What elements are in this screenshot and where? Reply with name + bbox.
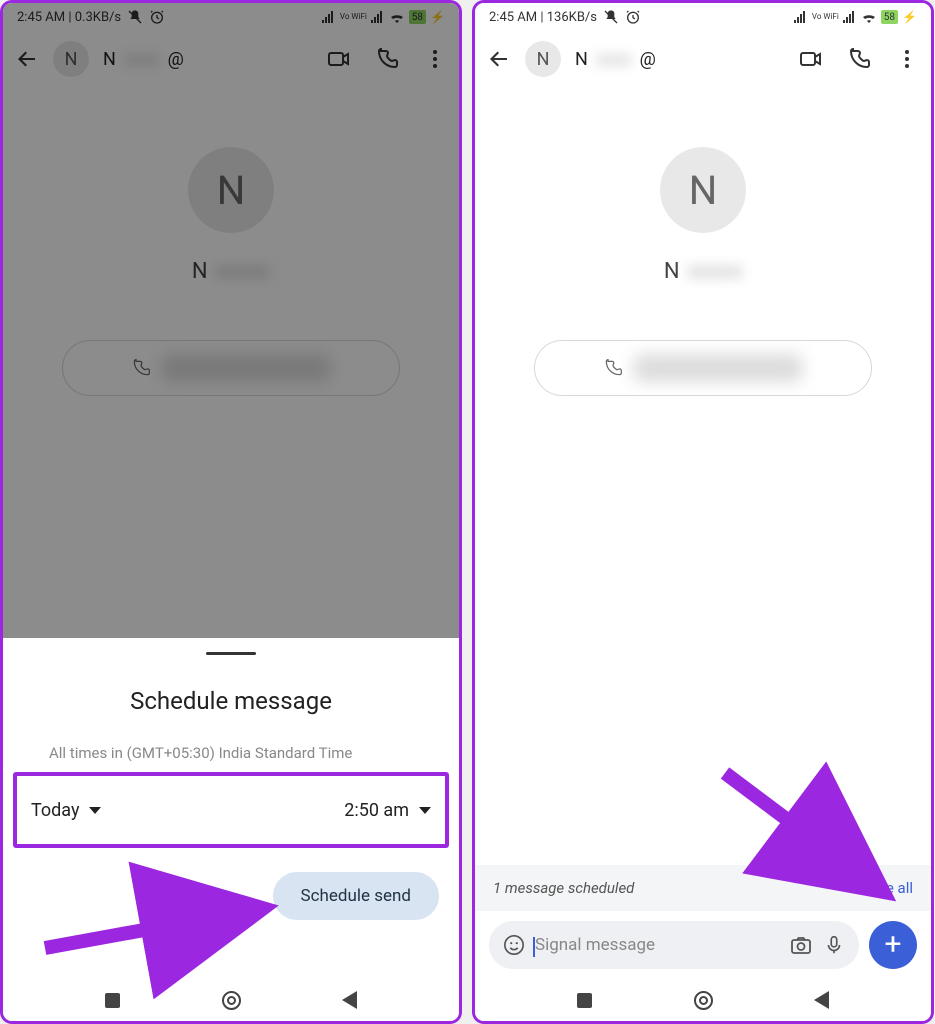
battery-badge: 58 bbox=[409, 10, 426, 24]
chevron-down-icon bbox=[89, 807, 101, 814]
contact-info-section: N N xxxxx bbox=[475, 87, 931, 396]
nav-home-icon[interactable] bbox=[222, 991, 241, 1010]
wifi-icon bbox=[861, 11, 877, 23]
more-options-icon[interactable] bbox=[895, 47, 919, 71]
contact-name-header[interactable]: N xxxx @ bbox=[103, 49, 313, 70]
text-cursor bbox=[533, 937, 535, 957]
chevron-down-icon bbox=[419, 807, 431, 814]
phone-right-screenshot: 2:45 AM | 136KB/s Vo WiFi 58 ⚡ N N xxxx … bbox=[472, 0, 934, 1024]
charging-icon: ⚡ bbox=[902, 10, 917, 24]
name-blurred-large: xxxxx bbox=[688, 259, 743, 284]
nav-back-icon[interactable] bbox=[342, 991, 357, 1009]
system-nav-bar bbox=[475, 979, 931, 1021]
phone-number-pill[interactable] bbox=[62, 340, 400, 396]
more-options-icon[interactable] bbox=[423, 47, 447, 71]
status-bar: 2:45 AM | 136KB/s Vo WiFi 58 ⚡ bbox=[475, 3, 931, 31]
avatar-small[interactable]: N bbox=[525, 41, 561, 77]
sheet-handle-icon[interactable] bbox=[206, 652, 256, 655]
contact-info-section: N N xxxxx bbox=[3, 87, 459, 396]
voice-call-icon[interactable] bbox=[847, 47, 871, 71]
annotation-arrow bbox=[45, 893, 285, 963]
signal2-icon bbox=[371, 11, 385, 23]
video-call-icon[interactable] bbox=[799, 47, 823, 71]
phone-icon bbox=[603, 358, 623, 378]
alarm-icon bbox=[625, 9, 641, 25]
mic-icon[interactable] bbox=[823, 934, 845, 956]
sheet-title: Schedule message bbox=[3, 687, 459, 715]
contact-name: N xxxxx bbox=[664, 259, 742, 284]
nav-recent-icon[interactable] bbox=[577, 993, 592, 1008]
name-blurred: xxxx bbox=[596, 49, 632, 70]
time-dropdown[interactable]: 2:50 am bbox=[344, 800, 431, 821]
mute-icon bbox=[603, 9, 619, 25]
status-bar: 2:45 AM | 0.3KB/s Vo WiFi 58 ⚡ bbox=[3, 3, 459, 31]
mute-icon bbox=[127, 9, 143, 25]
add-button[interactable]: + bbox=[869, 921, 917, 969]
plus-icon: + bbox=[884, 930, 901, 960]
wifi-icon bbox=[389, 11, 405, 23]
status-time-kbs: 2:45 AM | 0.3KB/s bbox=[17, 10, 121, 25]
status-left: 2:45 AM | 136KB/s bbox=[489, 9, 641, 25]
back-icon[interactable] bbox=[15, 47, 39, 71]
date-dropdown[interactable]: Today bbox=[31, 800, 101, 821]
phone-number-pill[interactable] bbox=[534, 340, 872, 396]
status-right: Vo WiFi 58 ⚡ bbox=[322, 10, 445, 24]
signal-icon bbox=[322, 11, 336, 23]
nav-recent-icon[interactable] bbox=[105, 993, 120, 1008]
phone-number-blurred bbox=[633, 354, 803, 382]
vowifi-label: Vo WiFi bbox=[812, 13, 839, 21]
nav-back-icon[interactable] bbox=[814, 991, 829, 1009]
nav-home-icon[interactable] bbox=[694, 991, 713, 1010]
chat-header: N N xxxx @ bbox=[3, 31, 459, 87]
phone-left-screenshot: 2:45 AM | 0.3KB/s Vo WiFi 58 ⚡ N N xxxx … bbox=[0, 0, 462, 1024]
signal2-icon bbox=[843, 11, 857, 23]
name-blurred-large: xxxxx bbox=[216, 259, 271, 284]
emoji-icon[interactable] bbox=[503, 934, 525, 956]
status-left: 2:45 AM | 0.3KB/s bbox=[17, 9, 165, 25]
video-call-icon[interactable] bbox=[327, 47, 351, 71]
date-time-selector-highlighted: Today 2:50 am bbox=[13, 772, 449, 848]
signal-icon bbox=[794, 11, 808, 23]
phone-icon bbox=[131, 358, 151, 378]
avatar-small[interactable]: N bbox=[53, 41, 89, 77]
avatar-large[interactable]: N bbox=[188, 147, 274, 233]
avatar-large[interactable]: N bbox=[660, 147, 746, 233]
message-input-pill[interactable]: Signal message bbox=[489, 921, 859, 969]
system-nav-bar bbox=[3, 979, 459, 1021]
timezone-note: All times in (GMT+05:30) India Standard … bbox=[3, 743, 459, 764]
name-blurred: xxxx bbox=[124, 49, 160, 70]
phone-number-blurred bbox=[161, 354, 331, 382]
status-time-kbs: 2:45 AM | 136KB/s bbox=[489, 10, 597, 25]
contact-name: N xxxxx bbox=[192, 259, 270, 284]
alarm-icon bbox=[149, 9, 165, 25]
back-icon[interactable] bbox=[487, 47, 511, 71]
chat-header: N N xxxx @ bbox=[475, 31, 931, 87]
annotation-arrow bbox=[725, 773, 915, 923]
camera-icon[interactable] bbox=[789, 933, 813, 957]
charging-icon: ⚡ bbox=[430, 10, 445, 24]
battery-badge: 58 bbox=[881, 10, 898, 24]
contact-name-header[interactable]: N xxxx @ bbox=[575, 49, 785, 70]
vowifi-label: Vo WiFi bbox=[340, 13, 367, 21]
scheduled-count-text: 1 message scheduled bbox=[493, 879, 634, 897]
voice-call-icon[interactable] bbox=[375, 47, 399, 71]
message-input[interactable]: Signal message bbox=[535, 935, 779, 955]
status-right: Vo WiFi 58 ⚡ bbox=[794, 10, 917, 24]
schedule-send-button[interactable]: Schedule send bbox=[273, 872, 439, 920]
